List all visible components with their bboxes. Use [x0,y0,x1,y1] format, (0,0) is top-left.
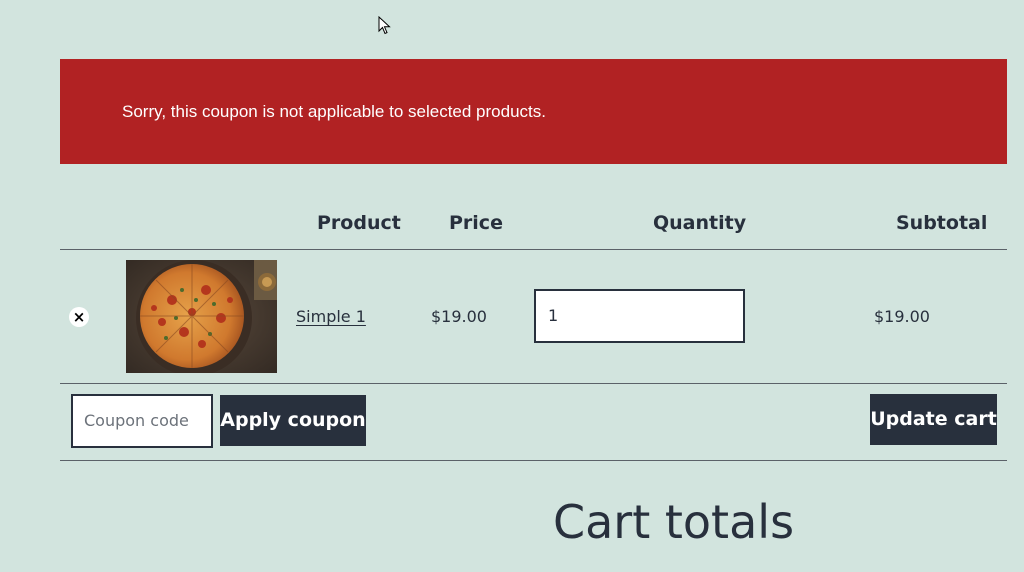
header-product: Product [317,212,401,234]
apply-coupon-button[interactable]: Apply coupon [220,395,366,446]
remove-item-button[interactable]: × [69,307,89,327]
header-price: Price [449,212,503,234]
coupon-code-input[interactable]: Coupon code [71,394,213,448]
mouse-cursor-icon [378,16,391,35]
header-quantity: Quantity [653,212,747,234]
table-divider [60,460,1007,461]
quantity-input[interactable]: 1 [534,289,745,343]
header-subtotal: Subtotal [896,212,988,234]
pizza-thumbnail[interactable] [126,260,277,373]
cart-totals-heading: Cart totals [553,495,795,549]
table-divider [60,383,1007,384]
error-message: Sorry, this coupon is not applicable to … [122,102,546,121]
table-divider [60,249,1007,250]
product-price: $19.00 [431,307,487,326]
product-name-link[interactable]: Simple 1 [296,307,366,326]
product-subtotal: $19.00 [874,307,930,326]
error-notice: Sorry, this coupon is not applicable to … [60,59,1007,164]
update-cart-button[interactable]: Update cart [870,394,997,445]
